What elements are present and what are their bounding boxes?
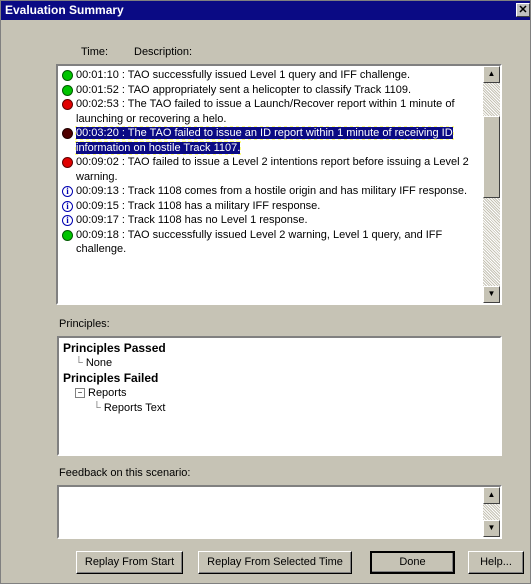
help-button[interactable]: Help... (468, 551, 524, 574)
event-text: 00:09:13 : Track 1108 comes from a hosti… (76, 185, 468, 197)
event-text: 00:01:10 : TAO successfully issued Level… (76, 69, 411, 81)
principles-failed-header: Principles Failed (63, 371, 159, 385)
event-row[interactable]: i 00:09:13 : Track 1108 comes from a host… (60, 184, 479, 199)
time-column-header: Time: (81, 46, 109, 58)
done-button[interactable]: Done (370, 551, 455, 574)
scroll-thumb[interactable] (483, 116, 500, 198)
failed-item-reports-text: Reports Text (103, 402, 166, 414)
event-row[interactable]: i 00:09:15 : Track 1108 has a military IF… (60, 199, 479, 214)
event-row[interactable]: 00:01:52 : TAO appropriately sent a heli… (60, 83, 479, 98)
red-circle-icon (62, 157, 73, 168)
scroll-up-icon[interactable]: ▲ (483, 487, 500, 504)
event-text: 00:01:52 : TAO appropriately sent a heli… (76, 83, 412, 96)
principles-label: Principles: (59, 318, 110, 330)
event-text: 00:09:17 : Track 1108 has no Level 1 res… (76, 214, 308, 226)
event-row[interactable]: i 00:09:17 : Track 1108 has no Level 1 re… (60, 213, 479, 228)
event-row[interactable]: 00:09:18 : TAO successfully issued Level… (60, 228, 479, 257)
description-column-header: Description: (134, 46, 193, 58)
green-circle-icon (62, 84, 73, 96)
principles-tree[interactable]: Principles Passed └ None Principles Fail… (57, 336, 502, 456)
event-list[interactable]: 00:01:10 : TAO successfully issued Level… (56, 64, 502, 305)
replay-from-selected-time-button[interactable]: Replay From Selected Time (198, 551, 352, 574)
title-bar: Evaluation Summary ✕ (1, 1, 530, 20)
feedback-scrollbar[interactable]: ▲ ▼ (483, 487, 500, 537)
event-list-scrollbar[interactable]: ▲ ▼ (483, 66, 500, 303)
event-row[interactable]: 00:02:53 : The TAO failed to issue a Lau… (60, 97, 479, 126)
green-circle-icon (62, 229, 73, 241)
event-list-items: 00:01:10 : TAO successfully issued Level… (60, 68, 479, 257)
info-icon: i (62, 215, 73, 226)
replay-from-start-button[interactable]: Replay From Start (76, 551, 183, 574)
event-text: 00:02:53 : The TAO failed to issue a Lau… (76, 98, 455, 125)
tree-item[interactable]: └ None (63, 356, 166, 371)
tree-item[interactable]: └ Reports Text (63, 401, 166, 416)
green-circle-icon (62, 70, 73, 81)
event-row[interactable]: 00:09:02 : TAO failed to issue a Level 2… (60, 155, 479, 184)
window-title: Evaluation Summary (5, 3, 124, 17)
event-text: 00:09:15 : Track 1108 has a military IFF… (76, 199, 321, 212)
red-circle-icon (62, 99, 73, 110)
principles-passed-header: Principles Passed (63, 341, 166, 355)
feedback-label: Feedback on this scenario: (59, 467, 191, 479)
dark-red-circle-icon (62, 128, 73, 139)
event-text: 00:09:18 : TAO successfully issued Level… (76, 228, 443, 256)
passed-item-none: None (85, 357, 113, 369)
collapse-icon[interactable]: − (75, 388, 85, 399)
scroll-down-icon[interactable]: ▼ (483, 286, 500, 303)
info-icon: i (62, 186, 73, 197)
close-icon[interactable]: ✕ (516, 3, 530, 17)
scroll-down-icon[interactable]: ▼ (483, 520, 500, 537)
tree-branch-icon: └ (93, 402, 101, 414)
evaluation-summary-window: Evaluation Summary ✕ Time: Description: … (0, 0, 531, 584)
event-row[interactable]: 00:03:20 : The TAO failed to issue an ID… (60, 126, 479, 155)
event-text: 00:03:20 : The TAO failed to issue an ID… (75, 126, 454, 155)
event-text: 00:09:02 : TAO failed to issue a Level 2… (76, 156, 469, 183)
failed-group-reports: Reports (88, 387, 127, 399)
event-row[interactable]: 00:01:10 : TAO successfully issued Level… (60, 68, 479, 83)
tree-branch-icon: └ (75, 357, 83, 369)
scroll-up-icon[interactable]: ▲ (483, 66, 500, 83)
info-icon: i (62, 200, 73, 212)
feedback-textarea[interactable]: ▲ ▼ (57, 485, 502, 539)
tree-item-reports[interactable]: − Reports (63, 386, 166, 401)
